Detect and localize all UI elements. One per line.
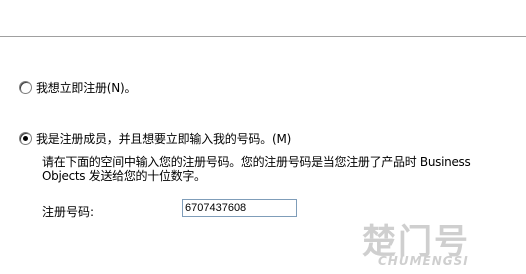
registered-member-label[interactable]: 我是注册成员，并且想要立即输入我的号码。(M) (36, 130, 291, 147)
description-line-1: 请在下面的空间中输入您的注册号码。您的注册号码是当您注册了产品时 Busines… (42, 155, 471, 169)
register-now-option[interactable]: 我想立即注册(N)。 (19, 79, 137, 96)
watermark-text: CHUMENGSI (378, 254, 469, 268)
description-line-2: Objects 发送给您的十位数字。 (42, 169, 206, 183)
register-now-radio[interactable] (19, 80, 32, 94)
register-now-label[interactable]: 我想立即注册(N)。 (36, 79, 137, 96)
top-divider (0, 36, 526, 38)
watermark-logo: 楚门号 CHUMENGSI (354, 214, 522, 272)
registration-description: 请在下面的空间中输入您的注册号码。您的注册号码是当您注册了产品时 Busines… (42, 155, 512, 183)
serial-number-label: 注册号码: (42, 205, 95, 219)
serial-number-input[interactable] (182, 199, 297, 217)
registered-member-option[interactable]: 我是注册成员，并且想要立即输入我的号码。(M) (19, 130, 291, 146)
registered-member-radio[interactable] (19, 131, 32, 145)
